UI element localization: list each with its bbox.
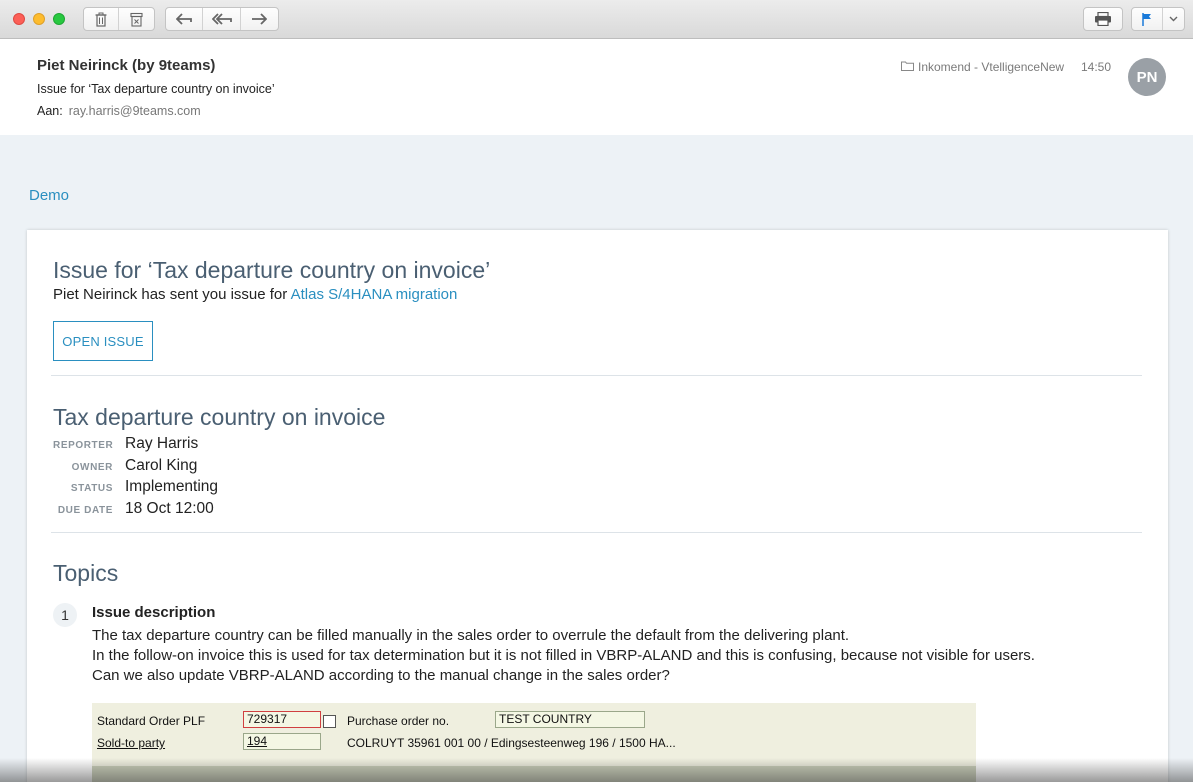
message-subject: Issue for ‘Tax departure country on invo…: [37, 82, 275, 96]
issue-card: Issue for ‘Tax departure country on invo…: [27, 230, 1168, 782]
topic-line: Can we also update VBRP-ALAND according …: [92, 667, 670, 684]
avatar: PN: [1128, 58, 1166, 96]
demo-link[interactable]: Demo: [29, 187, 69, 204]
meta-row-owner: OWNER Carol King: [53, 457, 218, 479]
window-toolbar: [0, 0, 1193, 39]
message-header: Piet Neirinck (by 9teams) Issue for ‘Tax…: [0, 39, 1193, 135]
subtitle-text: Piet Neirinck has sent you issue for: [53, 286, 288, 303]
close-window-button[interactable]: [13, 13, 25, 25]
soldto-label: Sold-to party: [97, 736, 166, 750]
open-issue-button[interactable]: OPEN ISSUE: [53, 321, 153, 361]
topic-description: The tax departure country can be filled …: [92, 626, 1035, 686]
card-title: Issue for ‘Tax departure country on invo…: [53, 257, 491, 283]
forward-icon[interactable]: [241, 8, 278, 30]
meta-key: OWNER: [71, 461, 113, 473]
flag-group: [1131, 7, 1185, 31]
reply-group: [165, 7, 279, 31]
reply-icon[interactable]: [166, 8, 204, 30]
meta-row-status: STATUS Implementing: [53, 478, 218, 500]
meta-value: Ray Harris: [125, 435, 199, 452]
window-edge-shadow: [0, 758, 1193, 782]
chevron-down-icon[interactable]: [1163, 8, 1184, 30]
card-subtitle: Piet Neirinck has sent you issue for Atl…: [53, 286, 457, 303]
topics-title: Topics: [53, 560, 119, 586]
message-body: Demo Issue for ‘Tax departure country on…: [0, 135, 1193, 782]
trash-icon[interactable]: [84, 8, 120, 30]
meta-key: STATUS: [70, 483, 113, 494]
reply-all-icon[interactable]: [203, 8, 241, 30]
topic-heading: Issue description: [92, 604, 216, 621]
print-icon[interactable]: [1083, 7, 1123, 31]
message-time: 14:50: [1081, 60, 1112, 74]
issue-title: Tax departure country on invoice: [53, 404, 386, 430]
order-label: Standard Order PLF: [97, 714, 206, 728]
delete-archive-group: [83, 7, 155, 31]
topic-number: 1: [53, 603, 77, 627]
topic-line: The tax departure country can be filled …: [92, 627, 850, 644]
meta-row-due-date: DUE DATE 18 Oct 12:00: [53, 500, 218, 522]
zoom-window-button[interactable]: [53, 13, 65, 25]
soldto-text: COLRUYT 35961 001 00 / Edingsesteenweg 1…: [347, 736, 676, 750]
po-field: TEST COUNTRY: [495, 711, 645, 728]
meta-key: REPORTER: [53, 440, 114, 451]
po-label: Purchase order no.: [347, 714, 450, 728]
divider: [51, 532, 1142, 533]
copy-icon: [323, 715, 336, 728]
minimize-window-button[interactable]: [33, 13, 45, 25]
folder-name: Inkomend - VtelligenceNew: [918, 60, 1065, 74]
recipient-row: Aan: ray.harris@9teams.com: [37, 104, 201, 118]
topic-line: In the follow-on invoice this is used fo…: [92, 647, 1035, 664]
meta-row-reporter: REPORTER Ray Harris: [53, 435, 218, 457]
mailbox-folder: Inkomend - VtelligenceNew: [901, 60, 1064, 74]
archive-icon[interactable]: [119, 8, 154, 30]
recipient-address[interactable]: ray.harris@9teams.com: [69, 104, 201, 118]
meta-value: Carol King: [125, 456, 198, 474]
issue-meta: REPORTER Ray Harris OWNER Carol King STA…: [53, 435, 218, 521]
sender-name: Piet Neirinck (by 9teams): [37, 57, 216, 74]
meta-value: 18 Oct 12:00: [125, 499, 214, 517]
to-label: Aan:: [37, 104, 63, 118]
meta-key: DUE DATE: [57, 504, 113, 516]
meta-value: Implementing: [125, 478, 219, 495]
divider: [51, 375, 1142, 376]
soldto-field: 194: [243, 733, 321, 750]
flag-icon[interactable]: [1132, 8, 1163, 30]
folder-icon: [901, 60, 914, 74]
project-link[interactable]: Atlas S/4HANA migration: [291, 286, 458, 303]
order-field: 729317: [243, 711, 321, 728]
